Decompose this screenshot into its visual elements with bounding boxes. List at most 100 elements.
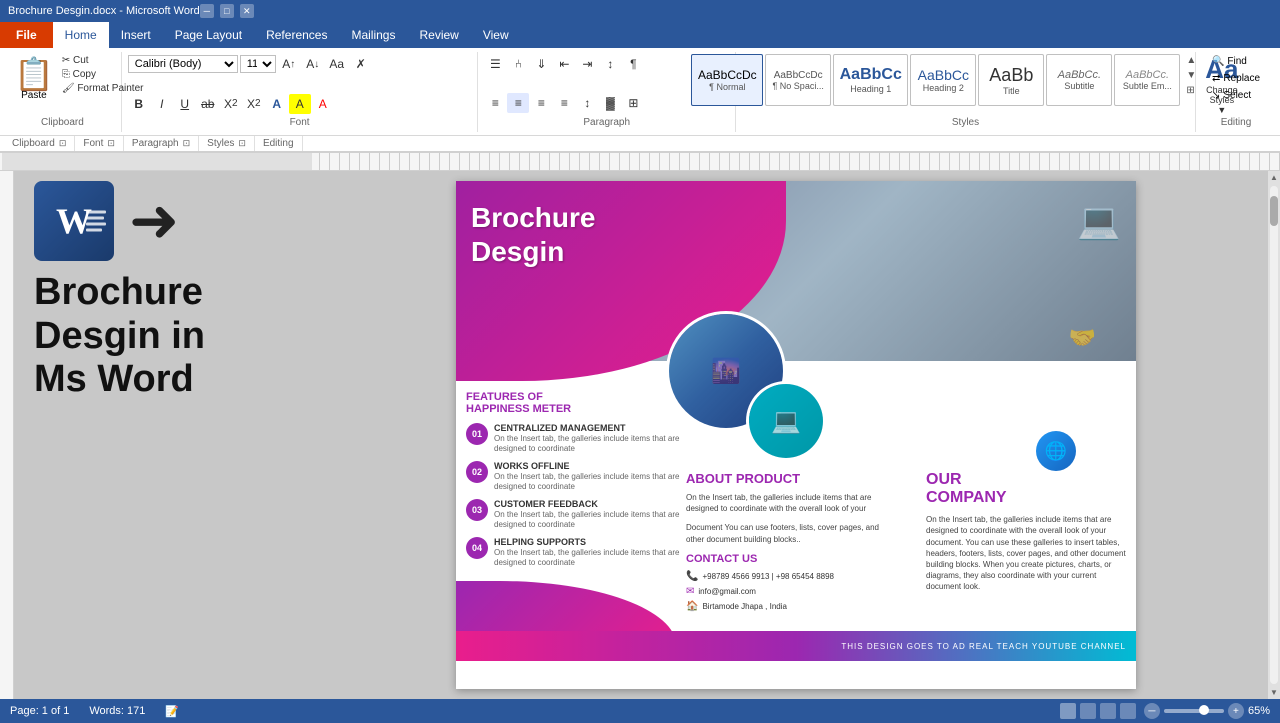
tab-insert[interactable]: Insert [109,22,163,48]
maximize-btn[interactable]: □ [220,4,234,18]
style-normal[interactable]: AaBbCcDc ¶ Normal [691,54,763,106]
font-label: Font [122,117,478,130]
font-expand-icon[interactable]: ⊡ [107,138,115,149]
align-center-button[interactable]: ≡ [507,93,529,113]
superscript-button[interactable]: X2 [243,94,265,114]
show-formatting-button[interactable]: ¶ [622,54,644,74]
web-layout-btn[interactable] [1100,703,1116,719]
title-bar-title: Brochure Desgin.docx - Microsoft Word [8,5,200,17]
style-subtle-em[interactable]: AaBbCc. Subtle Em... [1114,54,1180,106]
tab-mailings[interactable]: Mailings [339,22,407,48]
scissors-icon: ✂ [62,55,70,66]
strikethrough-button[interactable]: ab [197,94,219,114]
style-heading1[interactable]: AaBbCc Heading 1 [833,54,908,106]
zoom-in-button[interactable]: + [1228,703,1244,719]
clear-format-button[interactable]: ✗ [350,54,372,74]
editing-group: 🔍 Find ⇄ Replace ↘ Select Editing [1196,52,1276,132]
scroll-down-btn[interactable]: ▼ [1268,686,1280,699]
tab-bar: File Home Insert Page Layout References … [0,22,1280,48]
font-color-button[interactable]: A [312,94,334,114]
content-middle: ABOUT PRODUCT On the Insert tab, the gal… [686,471,886,616]
view-buttons [1060,703,1136,719]
tab-view[interactable]: View [471,22,521,48]
change-case-button[interactable]: Aa [326,54,348,74]
ruler-content [310,153,1280,170]
print-layout-btn[interactable] [1060,703,1076,719]
feature-num-3: 03 [466,499,488,521]
close-btn[interactable]: ✕ [240,4,254,18]
brochure: 💻 📊 🤝 Brochure Desgin 🌆 [456,181,1136,661]
select-button[interactable]: ↘ Select [1208,88,1264,103]
styles-expand-icon[interactable]: ⊡ [238,138,246,149]
feature-num-2: 02 [466,461,488,483]
underline-button[interactable]: U [174,94,196,114]
font-label-row: Font ⊡ [75,136,124,151]
decrease-indent-button[interactable]: ⇤ [553,54,575,74]
left-panel: W ➜ Brochure Desgin in Ms Word [14,171,324,699]
sort-button[interactable]: ↕ [599,54,621,74]
find-button[interactable]: 🔍 Find [1208,54,1264,69]
style-heading2[interactable]: AaBbCc Heading 2 [910,54,976,106]
scroll-thumb [1270,196,1278,226]
style-title[interactable]: AaBb Title [978,54,1044,106]
word-icon: W [34,181,114,261]
find-icon: 🔍 [1212,56,1224,67]
feature-text-1: CENTRALIZED MANAGEMENT On the Insert tab… [494,423,686,453]
style-subtitle[interactable]: AaBbCc. Subtitle [1046,54,1112,106]
font-name-select[interactable]: Calibri (Body) [128,55,238,73]
align-right-button[interactable]: ≡ [530,93,552,113]
doc-area[interactable]: 💻 📊 🤝 Brochure Desgin 🌆 [324,171,1268,699]
home-icon: 🏠 [686,601,698,612]
bullets-button[interactable]: ☰ [484,54,506,74]
font-size-select[interactable]: 11 [240,55,276,73]
increase-indent-button[interactable]: ⇥ [576,54,598,74]
justify-button[interactable]: ≡ [553,93,575,113]
zoom-slider[interactable] [1164,709,1224,713]
tab-home[interactable]: Home [53,22,109,48]
shrink-font-button[interactable]: A↓ [302,54,324,74]
word-icon-lines [86,211,106,232]
multilevel-list-button[interactable]: ⇓ [530,54,552,74]
font-group: Calibri (Body) 11 A↑ A↓ Aa ✗ B I U ab X2… [122,52,479,132]
feature-text-2: WORKS OFFLINE On the Insert tab, the gal… [494,461,686,491]
feature-num-1: 01 [466,423,488,445]
clipboard-label-row: Clipboard ⊡ [4,136,75,151]
spell-check-icon: 📝 [165,705,179,718]
paragraph-expand-icon[interactable]: ⊡ [183,138,191,149]
replace-button[interactable]: ⇄ Replace [1208,71,1264,86]
scroll-track[interactable] [1270,186,1278,684]
scroll-up-btn[interactable]: ▲ [1268,171,1280,184]
logo-row: W ➜ [34,181,179,261]
editing-label: Editing [1196,117,1276,130]
bold-button[interactable]: B [128,94,150,114]
align-left-button[interactable]: ≡ [484,93,506,113]
file-tab[interactable]: File [0,22,53,48]
line-spacing-button[interactable]: ↕ [576,93,598,113]
paste-button[interactable]: 📋 Paste [10,54,58,105]
paragraph-label-row: Paragraph ⊡ [124,136,199,151]
minimize-btn[interactable]: ─ [200,4,214,18]
zoom-out-button[interactable]: ─ [1144,703,1160,719]
tab-review[interactable]: Review [407,22,470,48]
grow-font-button[interactable]: A↑ [278,54,300,74]
italic-button[interactable]: I [151,94,173,114]
style-no-spacing[interactable]: AaBbCcDc ¶ No Spaci... [765,54,831,106]
about-title: ABOUT PRODUCT [686,471,886,486]
feature-text-3: CUSTOMER FEEDBACK On the Insert tab, the… [494,499,686,529]
draft-view-btn[interactable] [1120,703,1136,719]
status-bar: Page: 1 of 1 Words: 171 📝 ─ + 65% [0,699,1280,723]
zoom-controls: ─ + 65% [1144,703,1270,719]
shading-button[interactable]: ▓ [599,93,621,113]
tab-references[interactable]: References [254,22,339,48]
full-screen-btn[interactable] [1080,703,1096,719]
numbering-button[interactable]: ⑃ [507,54,529,74]
tab-page-layout[interactable]: Page Layout [163,22,254,48]
highlight-button[interactable]: A [289,94,311,114]
borders-button[interactable]: ⊞ [622,93,644,113]
subscript-button[interactable]: X2 [220,94,242,114]
clipboard-expand-icon[interactable]: ⊡ [59,138,67,149]
brochure-title: Brochure Desgin [471,201,595,268]
replace-icon: ⇄ [1212,73,1220,84]
text-effects-button[interactable]: A [266,94,288,114]
phone-icon: 📞 [686,571,698,582]
